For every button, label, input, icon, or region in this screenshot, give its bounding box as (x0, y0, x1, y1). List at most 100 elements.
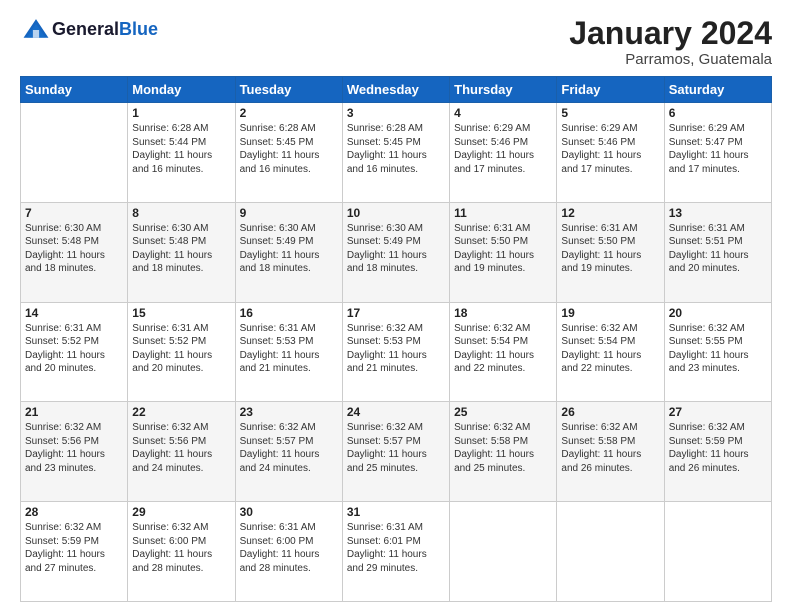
location-subtitle: Parramos, Guatemala (569, 51, 772, 68)
logo-icon (22, 16, 50, 44)
week-row-3: 14Sunrise: 6:31 AM Sunset: 5:52 PM Dayli… (21, 302, 772, 402)
week-row-4: 21 Sunrise: 6:32 AM Sunset: 5:56 PM Dayli… (21, 402, 772, 502)
day-number: 7 (25, 206, 123, 220)
day-cell: 23 Sunrise: 6:32 AM Sunset: 5:57 PM Dayli… (235, 402, 342, 502)
col-thursday: Thursday (450, 77, 557, 103)
day-info: Sunrise: 6:30 AM Sunset: 5:49 PM Dayligh… (240, 222, 338, 276)
day-info: Sunrise: 6:32 AM Sunset: 5:54 PM Dayligh… (454, 322, 552, 376)
logo: GeneralBlue (20, 16, 158, 44)
day-cell: 15 Sunrise: 6:31 AM Sunset: 5:52 PM Dayli… (128, 302, 235, 402)
day-number: 4 (454, 106, 552, 120)
day-cell: 22 Sunrise: 6:32 AM Sunset: 5:56 PM Dayli… (128, 402, 235, 502)
day-cell: 9 Sunrise: 6:30 AM Sunset: 5:49 PM Daylig… (235, 202, 342, 302)
day-info: Sunrise: 6:32 AM Sunset: 5:58 PM Dayligh… (561, 421, 659, 475)
day-cell: 21Sunrise: 6:32 AM Sunset: 5:56 PM Dayli… (21, 402, 128, 502)
day-cell: 8Sunrise: 6:30 AM Sunset: 5:48 PM Daylig… (128, 202, 235, 302)
day-cell (450, 502, 557, 602)
day-number: 6 (669, 106, 767, 120)
day-info: Sunrise: 6:31 AM Sunset: 5:50 PM Dayligh… (454, 222, 552, 276)
day-cell (557, 502, 664, 602)
day-info: Sunrise: 6:31 AM Sunset: 6:01 PM Dayligh… (347, 521, 445, 575)
day-cell: 29 Sunrise: 6:32 AM Sunset: 6:00 PM Dayli… (128, 502, 235, 602)
day-info: Sunrise: 6:32 AM Sunset: 5:55 PM Dayligh… (669, 322, 767, 376)
day-cell: 19 Sunrise: 6:32 AM Sunset: 5:54 PM Dayli… (557, 302, 664, 402)
header-row: Sunday Monday Tuesday Wednesday Thursday… (21, 77, 772, 103)
day-cell: 26 Sunrise: 6:32 AM Sunset: 5:58 PM Dayli… (557, 402, 664, 502)
day-info: Sunrise: 6:30 AM Sunset: 5:48 PM Dayligh… (25, 222, 123, 276)
day-number: 23 (240, 405, 338, 419)
day-number: 5 (561, 106, 659, 120)
day-cell: 3 Sunrise: 6:28 AM Sunset: 5:45 PM Daylig… (342, 103, 449, 203)
day-number: 16 (240, 306, 338, 320)
day-info: Sunrise: 6:32 AM Sunset: 5:57 PM Dayligh… (347, 421, 445, 475)
day-cell: 14Sunrise: 6:31 AM Sunset: 5:52 PM Dayli… (21, 302, 128, 402)
day-cell: 6 Sunrise: 6:29 AM Sunset: 5:47 PM Daylig… (664, 103, 771, 203)
col-saturday: Saturday (664, 77, 771, 103)
col-friday: Friday (557, 77, 664, 103)
logo-blue: Blue (119, 19, 158, 39)
day-cell: 24 Sunrise: 6:32 AM Sunset: 5:57 PM Dayli… (342, 402, 449, 502)
day-number: 22 (132, 405, 230, 419)
day-number: 19 (561, 306, 659, 320)
day-number: 24 (347, 405, 445, 419)
day-info: Sunrise: 6:31 AM Sunset: 5:52 PM Dayligh… (132, 322, 230, 376)
day-info: Sunrise: 6:31 AM Sunset: 5:51 PM Dayligh… (669, 222, 767, 276)
day-cell: 18 Sunrise: 6:32 AM Sunset: 5:54 PM Dayli… (450, 302, 557, 402)
day-info: Sunrise: 6:32 AM Sunset: 5:59 PM Dayligh… (669, 421, 767, 475)
day-info: Sunrise: 6:30 AM Sunset: 5:48 PM Dayligh… (132, 222, 230, 276)
day-cell: 13 Sunrise: 6:31 AM Sunset: 5:51 PM Dayli… (664, 202, 771, 302)
day-number: 26 (561, 405, 659, 419)
day-cell: 2 Sunrise: 6:28 AM Sunset: 5:45 PM Daylig… (235, 103, 342, 203)
col-monday: Monday (128, 77, 235, 103)
day-number: 11 (454, 206, 552, 220)
col-wednesday: Wednesday (342, 77, 449, 103)
day-info: Sunrise: 6:31 AM Sunset: 5:53 PM Dayligh… (240, 322, 338, 376)
day-cell: 20Sunrise: 6:32 AM Sunset: 5:55 PM Dayli… (664, 302, 771, 402)
day-number: 2 (240, 106, 338, 120)
week-row-2: 7 Sunrise: 6:30 AM Sunset: 5:48 PM Daylig… (21, 202, 772, 302)
day-number: 21 (25, 405, 123, 419)
day-cell: 25Sunrise: 6:32 AM Sunset: 5:58 PM Dayli… (450, 402, 557, 502)
day-number: 27 (669, 405, 767, 419)
month-title: January 2024 (569, 16, 772, 51)
day-cell: 5 Sunrise: 6:29 AM Sunset: 5:46 PM Daylig… (557, 103, 664, 203)
day-info: Sunrise: 6:32 AM Sunset: 5:54 PM Dayligh… (561, 322, 659, 376)
day-number: 1 (132, 106, 230, 120)
day-number: 13 (669, 206, 767, 220)
day-info: Sunrise: 6:28 AM Sunset: 5:44 PM Dayligh… (132, 122, 230, 176)
logo-general: General (52, 19, 119, 39)
day-number: 31 (347, 505, 445, 519)
day-cell: 11 Sunrise: 6:31 AM Sunset: 5:50 PM Dayli… (450, 202, 557, 302)
day-cell: 17 Sunrise: 6:32 AM Sunset: 5:53 PM Dayli… (342, 302, 449, 402)
day-cell (664, 502, 771, 602)
day-number: 3 (347, 106, 445, 120)
col-sunday: Sunday (21, 77, 128, 103)
day-cell: 31 Sunrise: 6:31 AM Sunset: 6:01 PM Dayli… (342, 502, 449, 602)
day-info: Sunrise: 6:28 AM Sunset: 5:45 PM Dayligh… (240, 122, 338, 176)
day-info: Sunrise: 6:29 AM Sunset: 5:46 PM Dayligh… (561, 122, 659, 176)
day-info: Sunrise: 6:32 AM Sunset: 5:53 PM Dayligh… (347, 322, 445, 376)
day-info: Sunrise: 6:30 AM Sunset: 5:49 PM Dayligh… (347, 222, 445, 276)
day-number: 10 (347, 206, 445, 220)
day-info: Sunrise: 6:32 AM Sunset: 5:57 PM Dayligh… (240, 421, 338, 475)
week-row-1: 1 Sunrise: 6:28 AM Sunset: 5:44 PM Daylig… (21, 103, 772, 203)
page: GeneralBlue January 2024 Parramos, Guate… (0, 0, 792, 612)
logo-text: GeneralBlue (52, 20, 158, 40)
day-info: Sunrise: 6:32 AM Sunset: 5:59 PM Dayligh… (25, 521, 123, 575)
day-cell: 28 Sunrise: 6:32 AM Sunset: 5:59 PM Dayli… (21, 502, 128, 602)
day-info: Sunrise: 6:31 AM Sunset: 5:50 PM Dayligh… (561, 222, 659, 276)
day-info: Sunrise: 6:29 AM Sunset: 5:47 PM Dayligh… (669, 122, 767, 176)
day-info: Sunrise: 6:31 AM Sunset: 5:52 PM Dayligh… (25, 322, 123, 376)
day-number: 28 (25, 505, 123, 519)
day-info: Sunrise: 6:32 AM Sunset: 5:56 PM Dayligh… (132, 421, 230, 475)
day-cell: 7 Sunrise: 6:30 AM Sunset: 5:48 PM Daylig… (21, 202, 128, 302)
day-number: 17 (347, 306, 445, 320)
day-cell: 27 Sunrise: 6:32 AM Sunset: 5:59 PM Dayli… (664, 402, 771, 502)
day-number: 15 (132, 306, 230, 320)
day-info: Sunrise: 6:32 AM Sunset: 6:00 PM Dayligh… (132, 521, 230, 575)
day-number: 9 (240, 206, 338, 220)
day-cell: 4Sunrise: 6:29 AM Sunset: 5:46 PM Daylig… (450, 103, 557, 203)
day-number: 18 (454, 306, 552, 320)
day-number: 29 (132, 505, 230, 519)
day-info: Sunrise: 6:28 AM Sunset: 5:45 PM Dayligh… (347, 122, 445, 176)
